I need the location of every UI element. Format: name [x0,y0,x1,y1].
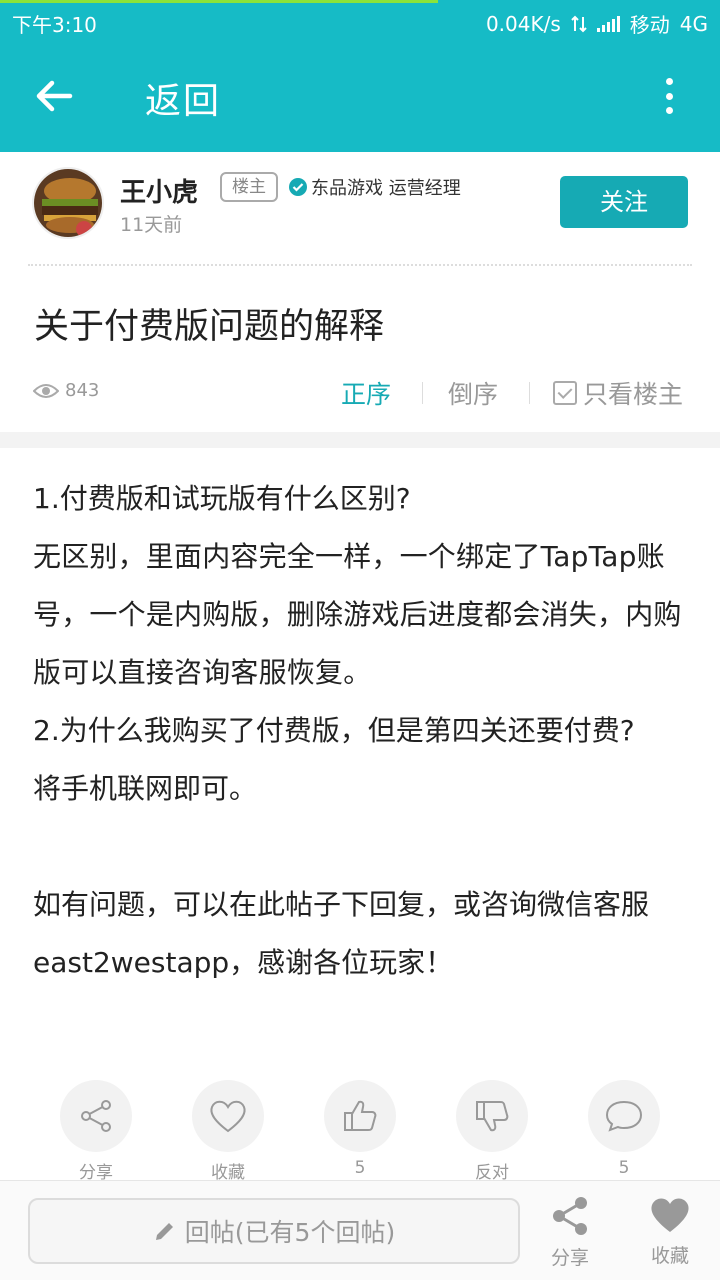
content-paragraph: 无区别，里面内容完全一样，一个绑定了TapTap账号，一个是内购版，删除游戏后进… [33,540,682,689]
favorite-circle[interactable] [192,1080,264,1152]
post-content: 1.付费版和试玩版有什么区别? 无区别，里面内容完全一样，一个绑定了TapTap… [33,470,693,992]
reply-input[interactable]: 回帖(已有5个回帖) [28,1198,520,1264]
post-actions: 分享 收藏 5 反对 5 [0,1080,720,1183]
status-right: 0.04K/s 移动 4G [486,9,708,38]
like-circle[interactable] [324,1080,396,1152]
section-separator [0,432,720,448]
app-screen: 下午3:10 0.04K/s 移动 4G 返回 王小虎 楼主 东品游戏 运营经理… [0,0,720,1280]
bottom-favorite-button[interactable]: 收藏 [638,1195,702,1268]
comment-action[interactable]: 5 [588,1080,660,1178]
post-title: 关于付费版问题的解释 [34,307,385,347]
comment-bubble-icon [605,1100,643,1132]
follow-button[interactable]: 关注 [560,176,688,228]
share-icon [553,1197,587,1235]
heart-icon [210,1100,246,1133]
comment-count: 5 [618,1158,630,1178]
network-type: 4G [679,11,708,36]
sort-ascending-tab[interactable]: 正序 [341,375,391,411]
share-circle[interactable] [60,1080,132,1152]
oppose-circle[interactable] [456,1080,528,1152]
status-bar: 下午3:10 0.04K/s 移动 4G [0,0,720,40]
heart-icon [651,1198,689,1232]
thumbs-up-icon [344,1100,377,1131]
reply-placeholder: 回帖(已有5个回帖) [184,1218,396,1247]
top-bar: 下午3:10 0.04K/s 移动 4G 返回 [0,0,720,152]
sort-descending-tab[interactable]: 倒序 [448,375,498,411]
content-paragraph: 1.付费版和试玩版有什么区别? [33,482,411,515]
separator [422,382,423,404]
bottom-bar: 回帖(已有5个回帖) 分享 收藏 [0,1180,720,1280]
share-action[interactable]: 分享 [60,1080,132,1183]
thumbs-down-icon [476,1101,509,1132]
favorite-action[interactable]: 收藏 [192,1080,264,1183]
bottom-favorite-label: 收藏 [650,1245,689,1267]
avatar[interactable] [32,167,104,239]
author-section: 王小虎 楼主 东品游戏 运营经理 11天前 关注 [0,152,720,262]
carrier-name: 移动 [629,13,670,37]
content-paragraph: 2.为什么我购买了付费版，但是第四关还要付费? [33,714,635,747]
content-blank-line [33,818,693,876]
oppose-action[interactable]: 反对 [456,1080,528,1183]
comment-circle[interactable] [588,1080,660,1152]
app-bar: 返回 [0,40,720,152]
owner-only-label: 只看楼主 [583,380,684,409]
post-meta-row: 843 正序 倒序 只看楼主 [0,370,720,414]
like-count: 5 [354,1158,366,1178]
verified-text: 东品游戏 运营经理 [311,178,461,199]
eye-icon [33,383,59,398]
content-paragraph: 将手机联网即可。 [33,772,258,805]
back-arrow-icon[interactable] [30,76,80,116]
divider [28,264,692,266]
separator [529,382,530,404]
view-count: 843 [33,380,99,401]
bottom-share-label: 分享 [550,1247,589,1269]
share-icon [81,1100,111,1132]
bottom-share-button[interactable]: 分享 [538,1195,602,1270]
verified-check-icon [289,178,307,196]
pencil-icon [155,1223,173,1240]
view-count-value: 843 [65,380,100,401]
more-options-icon[interactable] [662,78,676,114]
verified-info: 东品游戏 运营经理 [288,174,461,200]
data-transfer-icon [571,15,587,32]
checkbox-icon[interactable] [553,381,577,405]
like-action[interactable]: 5 [324,1080,396,1178]
content-paragraph: 如有问题，可以在此帖子下回复，或咨询微信客服east2westapp，感谢各位玩… [33,888,650,979]
owner-badge: 楼主 [220,172,278,202]
owner-only-toggle[interactable]: 只看楼主 [553,375,683,411]
back-label[interactable]: 返回 [145,72,221,124]
signal-icon [596,15,620,32]
post-time: 11天前 [120,214,183,236]
author-name[interactable]: 王小虎 [120,172,198,209]
network-speed: 0.04K/s [485,11,561,36]
status-time: 下午3:10 [12,13,97,37]
